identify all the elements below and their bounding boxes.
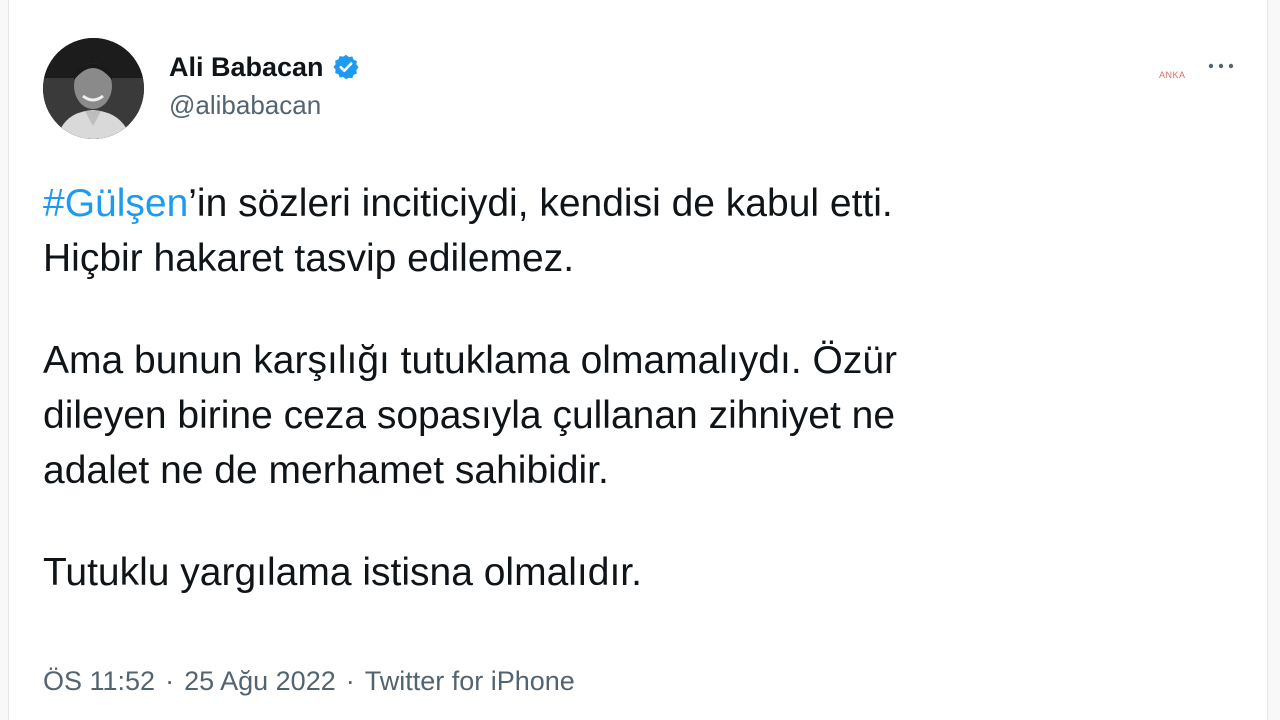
tweet-source[interactable]: Twitter for iPhone — [365, 666, 575, 697]
screenshot-frame: Ali Babacan @alibabacan ANKA #Gülşen’in … — [0, 0, 1280, 720]
tweet-line: dileyen birine ceza sopasıyla çullanan z… — [43, 394, 896, 437]
author-display-name[interactable]: Ali Babacan — [169, 52, 324, 83]
meta-separator: · — [165, 666, 175, 696]
author-handle[interactable]: @alibabacan — [169, 90, 321, 121]
author-name-row: Ali Babacan — [169, 50, 360, 84]
watermark-logo: ANKA — [1159, 70, 1186, 80]
tweet-meta: ÖS 11:52 · 25 Ağu 2022 · Twitter for iPh… — [43, 666, 575, 697]
avatar-image — [43, 38, 144, 139]
tweet-card: Ali Babacan @alibabacan ANKA #Gülşen’in … — [8, 0, 1268, 720]
meta-separator: · — [345, 666, 355, 696]
more-options-icon[interactable] — [1201, 54, 1241, 78]
tweet-date[interactable]: 25 Ağu 2022 — [184, 666, 336, 697]
tweet-line-text: ’in sözleri inciticiydi, kendisi de kabu… — [188, 182, 893, 225]
tweet-line: #Gülşen’in sözleri inciticiydi, kendisi … — [43, 176, 1243, 231]
tweet-text: #Gülşen’in sözleri inciticiydi, kendisi … — [43, 176, 1243, 600]
tweet-line: Ama bunun karşılığı tutuklama olmamalıyd… — [43, 339, 898, 382]
avatar[interactable] — [43, 38, 144, 139]
hashtag-link[interactable]: #Gülşen — [43, 182, 188, 225]
verified-badge-icon — [332, 53, 360, 81]
tweet-line: adalet ne de merhamet sahibidir. — [43, 449, 609, 492]
tweet-line: Tutuklu yargılama istisna olmalıdır. — [43, 551, 642, 594]
tweet-line: Hiçbir hakaret tasvip edilemez. — [43, 237, 575, 280]
tweet-time[interactable]: ÖS 11:52 — [43, 666, 155, 697]
